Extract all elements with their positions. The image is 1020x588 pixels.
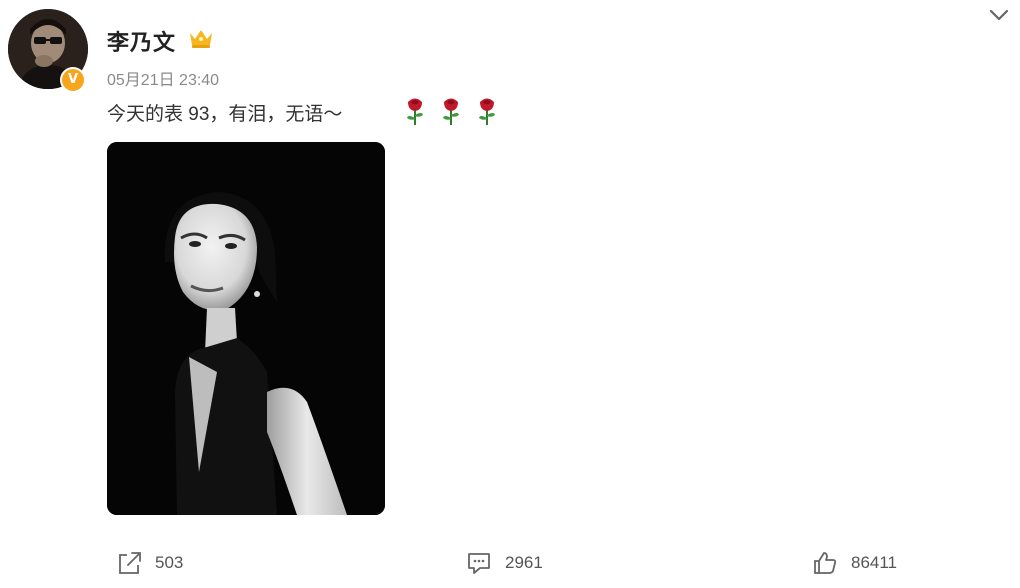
- post-text: 今天的表 93，有泪，无语～: [107, 104, 343, 125]
- rose-icon: [479, 98, 495, 125]
- share-button[interactable]: 503: [115, 548, 183, 578]
- comment-count: 2961: [505, 553, 543, 572]
- crown-icon[interactable]: [188, 27, 214, 49]
- comment-button[interactable]: 2961: [465, 548, 543, 578]
- comment-icon: [468, 553, 490, 574]
- post-timestamp[interactable]: 05月21日 23:40: [107, 66, 219, 90]
- like-count: 86411: [851, 553, 898, 572]
- share-icon: [119, 552, 141, 574]
- thumbs-up-icon: [814, 552, 837, 574]
- chevron-down-icon[interactable]: [988, 6, 1010, 24]
- author-avatar[interactable]: V: [8, 9, 90, 93]
- rose-icon: [407, 98, 423, 125]
- author-name[interactable]: 李乃文: [107, 25, 176, 57]
- verified-v-icon: V: [60, 67, 86, 93]
- share-count: 503: [155, 553, 184, 572]
- rose-icon: [443, 98, 459, 125]
- weibo-post-card: V 李乃文 05月21日 23:40 今天的表 93，有泪，无语～ 503 29…: [0, 0, 1020, 588]
- like-button[interactable]: 86411: [811, 548, 897, 578]
- post-photo[interactable]: [107, 142, 385, 515]
